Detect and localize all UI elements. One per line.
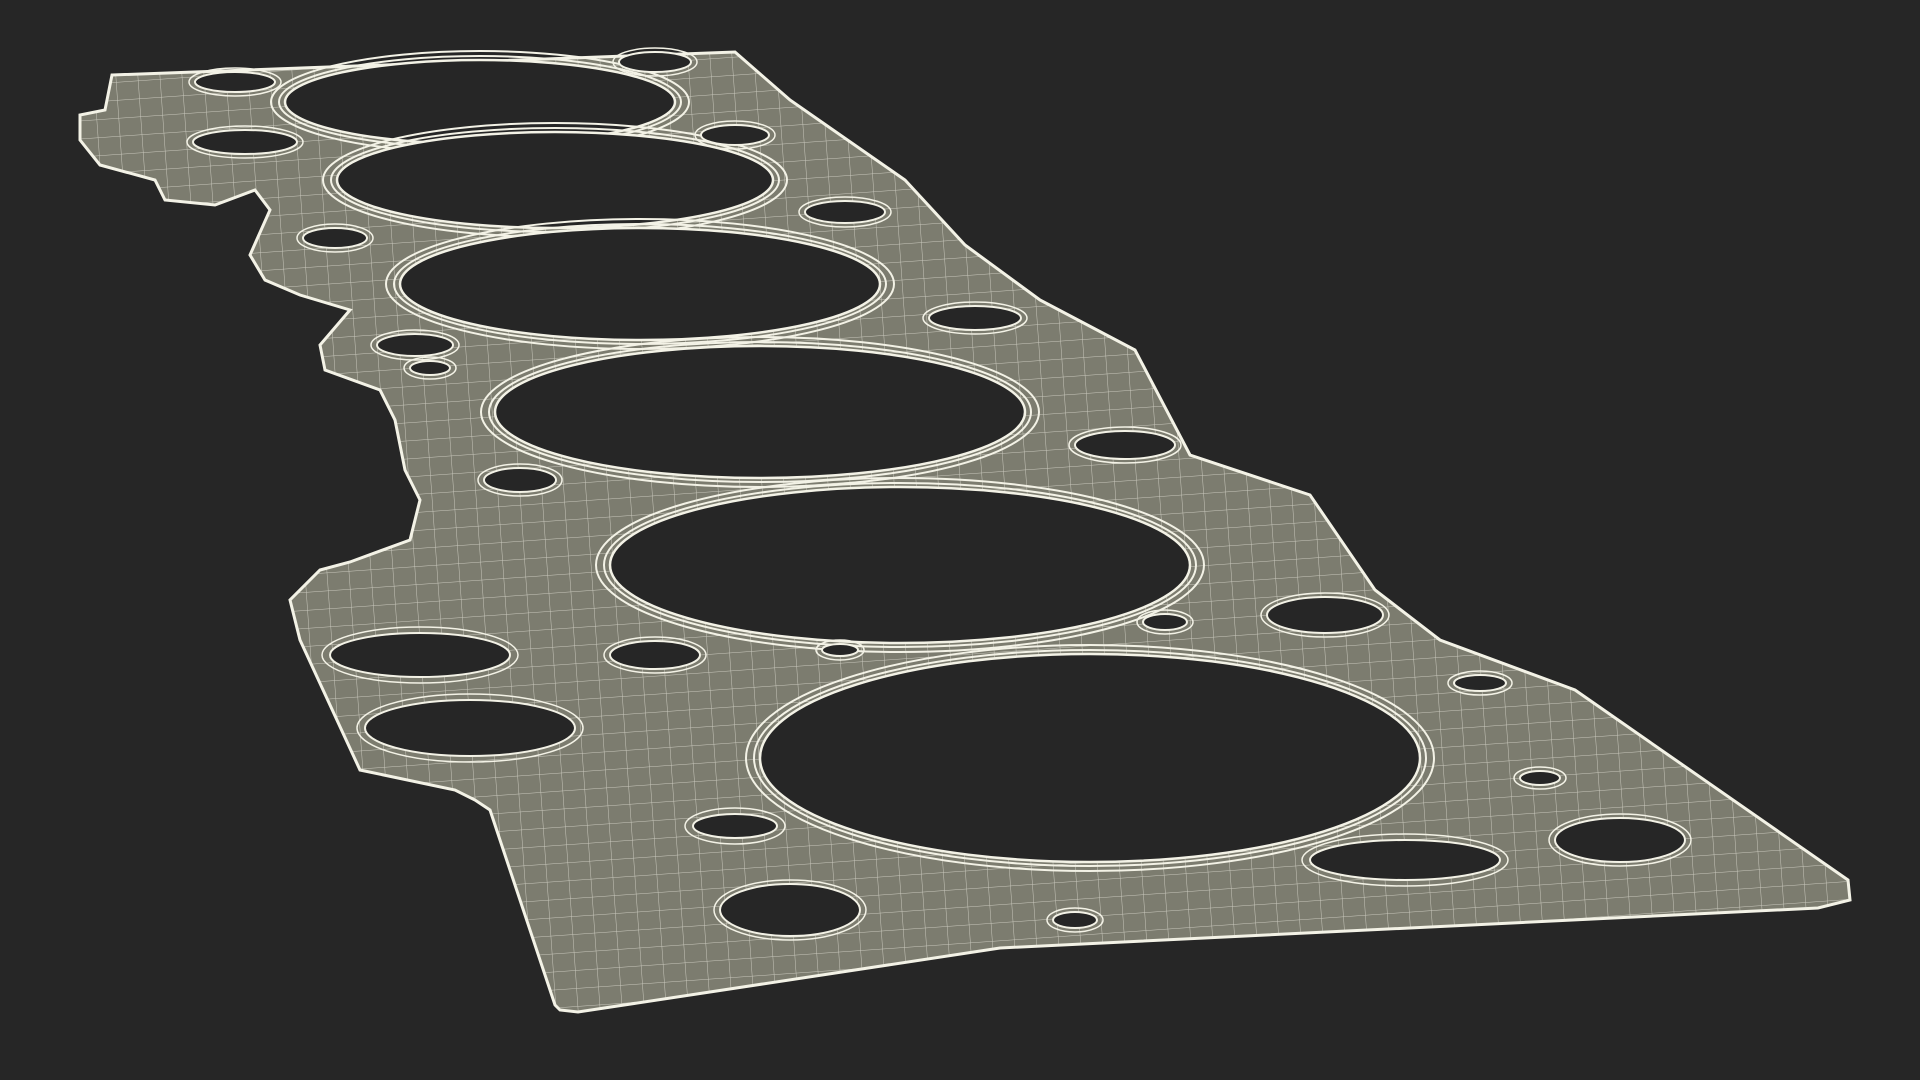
bolt-hole xyxy=(1266,596,1384,634)
cylinder-bore xyxy=(493,344,1027,480)
cylinder-bore xyxy=(758,652,1422,864)
bolt-hole xyxy=(192,129,298,155)
coolant-port xyxy=(1309,839,1501,881)
bolt-hole xyxy=(609,640,701,670)
bolt-hole xyxy=(1142,613,1188,631)
bolt-hole xyxy=(804,200,886,224)
bolt-hole xyxy=(194,71,276,93)
bolt-hole xyxy=(821,643,859,657)
cylinder-bore xyxy=(608,485,1192,645)
render-viewport xyxy=(0,0,1920,1080)
bolt-hole xyxy=(302,227,368,249)
bolt-hole xyxy=(376,333,454,357)
coolant-port xyxy=(329,632,511,678)
coolant-port xyxy=(692,813,778,839)
bolt-hole xyxy=(1519,770,1561,786)
bolt-hole xyxy=(719,883,861,937)
bolt-hole xyxy=(1453,674,1507,692)
bolt-hole xyxy=(618,51,692,73)
bolt-hole xyxy=(1074,430,1176,460)
bolt-hole xyxy=(1052,911,1098,929)
cylinder-bore xyxy=(335,130,775,230)
cylinder-bore xyxy=(398,226,882,342)
bolt-hole xyxy=(928,305,1022,331)
bolt-hole xyxy=(483,467,557,493)
bolt-hole xyxy=(409,360,451,376)
bolt-hole xyxy=(1554,817,1686,863)
gasket-render xyxy=(0,0,1920,1080)
coolant-port xyxy=(364,699,576,757)
bolt-hole xyxy=(700,124,770,146)
